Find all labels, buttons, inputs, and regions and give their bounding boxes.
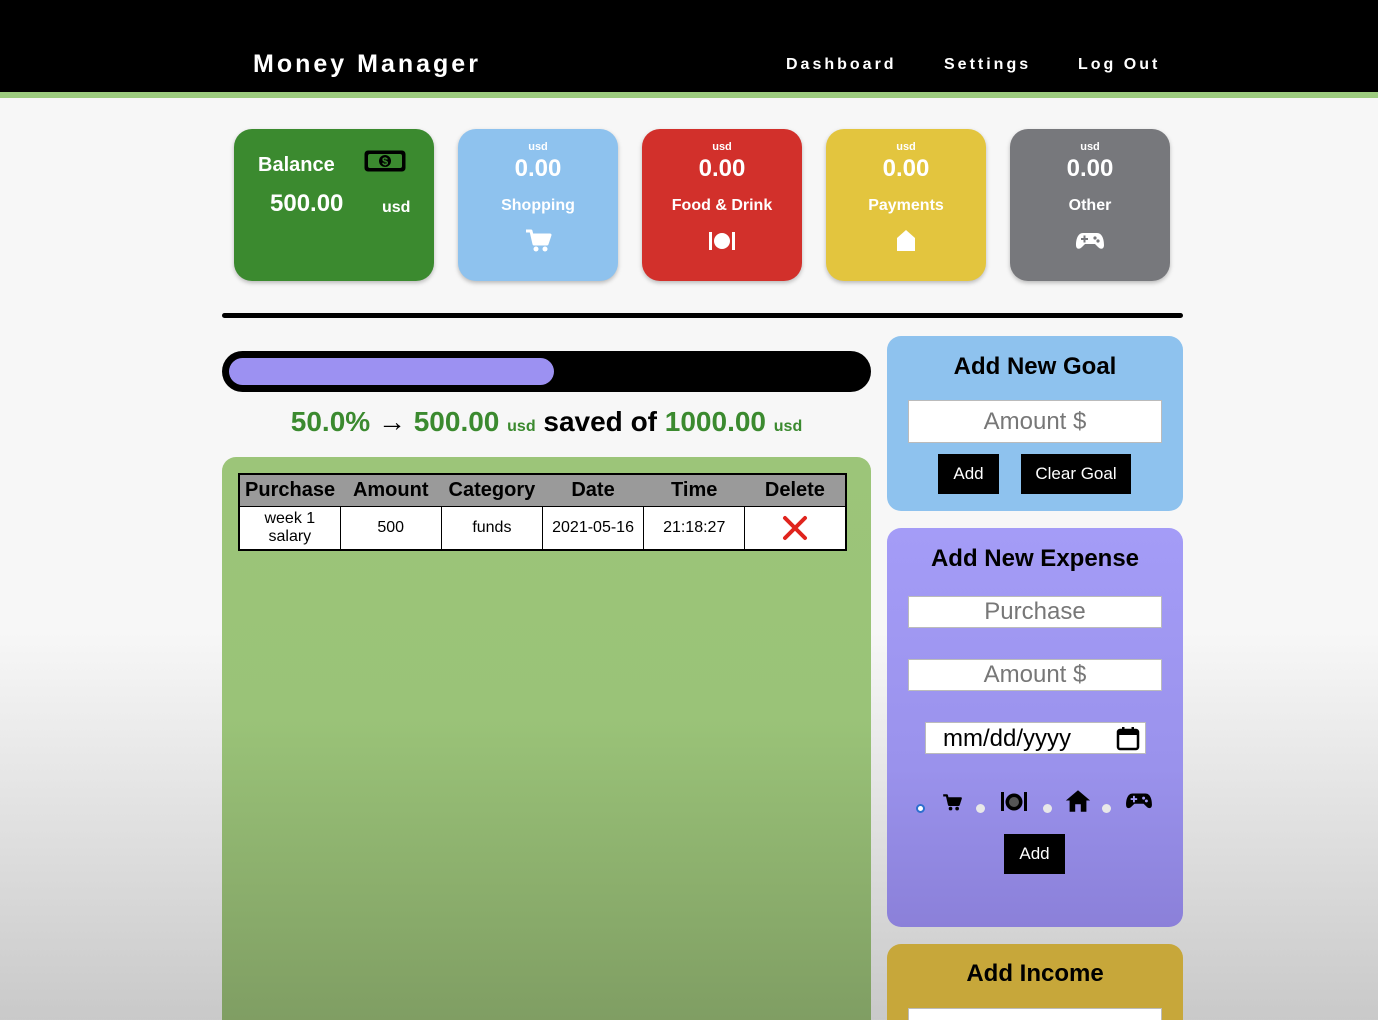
- category-radio-food[interactable]: [976, 804, 985, 813]
- purchase-input[interactable]: [908, 596, 1162, 628]
- card-label: Payments: [868, 197, 944, 214]
- add-expense-title: Add New Expense: [930, 545, 1140, 572]
- add-goal-button[interactable]: Add: [938, 454, 999, 494]
- section-divider: [222, 313, 1183, 318]
- top-navbar: Money Manager Dashboard Settings Log Out: [0, 0, 1378, 98]
- card-currency: usd: [528, 141, 548, 153]
- home-icon: [1065, 790, 1091, 812]
- app-title[interactable]: Money Manager: [253, 50, 481, 79]
- clear-goal-button[interactable]: Clear Goal: [1021, 454, 1131, 494]
- goal-amount-input[interactable]: [908, 400, 1162, 443]
- category-radio-shopping[interactable]: [916, 804, 925, 813]
- money-bill-icon: $: [364, 150, 406, 172]
- table-header-row: Purchase Amount Category Date Time Delet…: [239, 474, 846, 507]
- card-currency: usd: [896, 141, 916, 153]
- shopping-cart-icon: [526, 229, 552, 252]
- gamepad-icon: [1126, 793, 1152, 809]
- header-amount: Amount: [340, 474, 442, 507]
- header-time: Time: [643, 474, 745, 507]
- card-value: 0.00: [882, 155, 930, 182]
- saved-currency: usd: [507, 418, 536, 435]
- header-date: Date: [542, 474, 644, 507]
- calendar-icon[interactable]: [1116, 726, 1140, 751]
- cell-date: 2021-05-16: [542, 506, 645, 550]
- header-purchase: Purchase: [239, 474, 341, 507]
- card-currency: usd: [1080, 141, 1100, 153]
- expense-date-input[interactable]: mm/dd/yyyy: [925, 722, 1146, 754]
- other-card: usd 0.00 Other: [1010, 129, 1170, 281]
- category-radio-payments[interactable]: [1043, 804, 1052, 813]
- nav-dashboard-link[interactable]: Dashboard: [786, 56, 897, 74]
- utensils-icon: [709, 232, 735, 250]
- goal-progress-summary: 50.0% → 500.00 usd saved of 1000.00 usd: [222, 406, 871, 438]
- header-delete: Delete: [744, 474, 846, 507]
- nav-settings-link[interactable]: Settings: [944, 56, 1031, 74]
- card-value: 0.00: [514, 155, 562, 182]
- cell-delete: [745, 506, 846, 550]
- cell-purchase: week 1 salary: [239, 506, 341, 550]
- expense-amount-input[interactable]: [908, 659, 1162, 691]
- date-placeholder: mm/dd/yyyy: [943, 725, 1072, 752]
- cell-time: 21:18:27: [643, 506, 746, 550]
- saved-of-text: saved of: [543, 406, 657, 437]
- food-drink-card: usd 0.00 Food & Drink: [642, 129, 802, 281]
- balance-currency: usd: [382, 199, 411, 216]
- nav-logout-link[interactable]: Log Out: [1078, 56, 1160, 74]
- progress-percent: 50.0%: [290, 406, 371, 437]
- payments-card: usd 0.00 Payments: [826, 129, 986, 281]
- card-currency: usd: [712, 141, 732, 153]
- goal-progress-fill: [229, 358, 554, 385]
- cell-amount: 500: [340, 506, 442, 550]
- saved-amount: 500.00: [413, 406, 500, 437]
- card-value: 0.00: [698, 155, 746, 182]
- delete-x-icon[interactable]: [782, 515, 808, 541]
- balance-value: 500.00: [270, 190, 344, 217]
- utensils-icon: [1001, 792, 1027, 811]
- transactions-table: Purchase Amount Category Date Time Delet…: [238, 473, 847, 551]
- goal-amount: 1000.00: [664, 406, 766, 437]
- income-input[interactable]: [908, 1008, 1162, 1020]
- category-radio-other[interactable]: [1102, 804, 1111, 813]
- card-label: Food & Drink: [671, 197, 773, 214]
- transaction-list-panel: Purchase Amount Category Date Time Delet…: [222, 457, 871, 1020]
- balance-title: Balance: [258, 154, 335, 176]
- add-expense-form: Add New Expense mm/dd/yyyy Add: [887, 528, 1183, 927]
- add-income-form: Add Income: [887, 944, 1183, 1020]
- add-goal-title: Add New Goal: [953, 353, 1117, 380]
- card-value: 0.00: [1066, 155, 1114, 182]
- card-label: Shopping: [501, 197, 575, 214]
- add-goal-form: Add New Goal Add Clear Goal: [887, 336, 1183, 511]
- arrow-icon: →: [377, 406, 406, 437]
- balance-card: Balance $ 500.00 usd: [234, 129, 434, 281]
- gamepad-icon: [1076, 233, 1104, 249]
- card-label: Other: [1068, 197, 1112, 214]
- svg-text:$: $: [382, 156, 388, 168]
- shopping-cart-icon: [943, 794, 962, 811]
- shopping-card: usd 0.00 Shopping: [458, 129, 618, 281]
- goal-currency: usd: [773, 418, 803, 435]
- cell-category: funds: [441, 506, 543, 550]
- goal-progress-bar: [222, 351, 871, 392]
- home-icon: [897, 230, 915, 251]
- add-income-title: Add Income: [966, 960, 1104, 987]
- header-category: Category: [441, 474, 543, 507]
- add-expense-button[interactable]: Add: [1004, 834, 1065, 874]
- table-row: week 1 salary 500 funds 2021-05-16 21:18…: [239, 506, 846, 550]
